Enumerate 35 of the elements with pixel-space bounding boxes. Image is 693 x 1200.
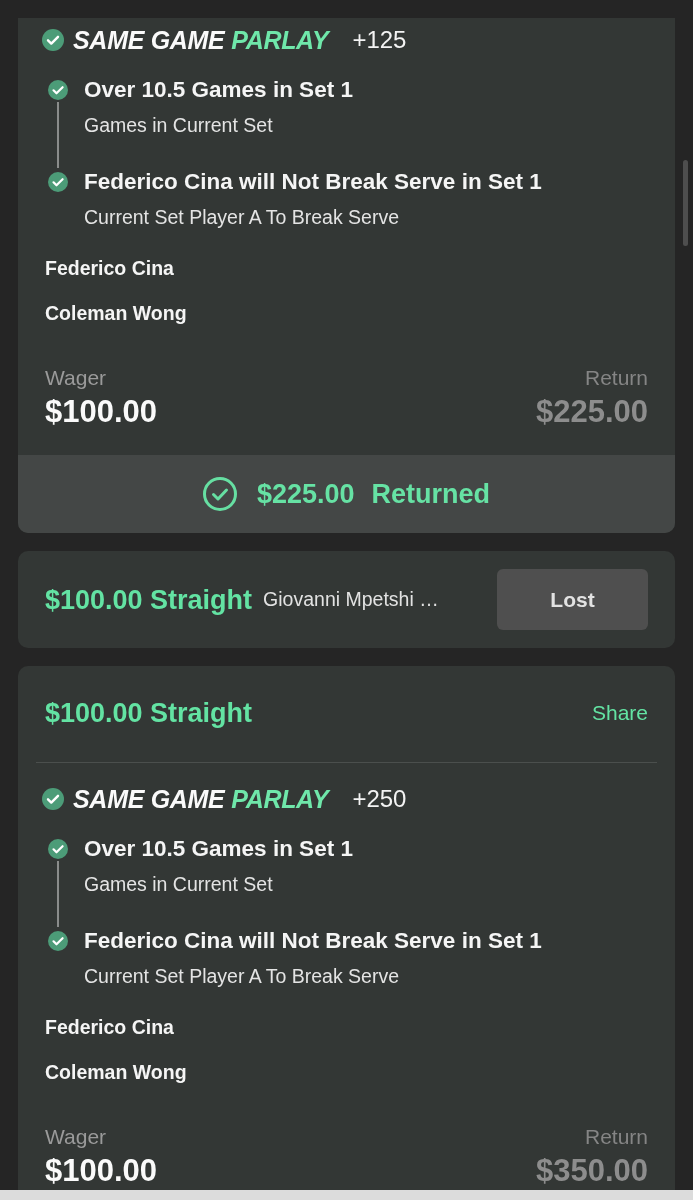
parlay-title: SAME GAME PARLAY <box>73 25 329 55</box>
leg-market: Current Set Player A To Break Serve <box>84 964 401 988</box>
share-button[interactable]: Share <box>591 700 648 726</box>
check-circle-icon <box>202 477 237 511</box>
return-label: Return <box>584 366 648 390</box>
returned-label: Returned <box>371 478 491 510</box>
player-name: Coleman Wong <box>45 1060 187 1084</box>
connector-line <box>57 861 59 927</box>
leg-title: Federico Cina will Not Break Serve in Set 1 <box>84 927 542 955</box>
wager-label: Wager <box>45 366 107 390</box>
parlay-title: SAME GAME PARLAY <box>73 784 329 814</box>
bet-card[interactable]: $100.00 Straight Giovanni Mpetshi … Lost <box>18 551 675 648</box>
leg-market: Games in Current Set <box>84 872 274 896</box>
return-amount: $225.00 <box>535 395 648 429</box>
returned-amount: $225.00 <box>256 478 355 510</box>
player-name: Federico Cina <box>45 256 174 280</box>
lost-status-button[interactable]: Lost <box>497 569 648 630</box>
leg-title: Federico Cina will Not Break Serve in Set 1 <box>84 168 542 196</box>
return-amount: $350.00 <box>535 1154 648 1188</box>
bet-title: $100.00 Straight <box>45 584 253 615</box>
connector-line <box>57 102 59 168</box>
wager-amount: $100.00 <box>45 395 158 429</box>
parlay-odds: +250 <box>352 784 407 814</box>
selection-name: Giovanni Mpetshi … <box>263 588 440 611</box>
wager-label: Wager <box>45 1125 107 1149</box>
parlay-odds: +125 <box>352 25 407 55</box>
wager-amount: $100.00 <box>45 1154 158 1188</box>
leg-title: Over 10.5 Games in Set 1 <box>84 835 353 863</box>
player-name: Coleman Wong <box>45 301 187 325</box>
leg-market: Current Set Player A To Break Serve <box>84 205 401 229</box>
leg-title: Over 10.5 Games in Set 1 <box>84 76 353 104</box>
bet-title: $100.00 Straight <box>45 698 253 728</box>
leg-market: Games in Current Set <box>84 113 274 137</box>
return-label: Return <box>584 1125 648 1149</box>
player-name: Federico Cina <box>45 1015 174 1039</box>
